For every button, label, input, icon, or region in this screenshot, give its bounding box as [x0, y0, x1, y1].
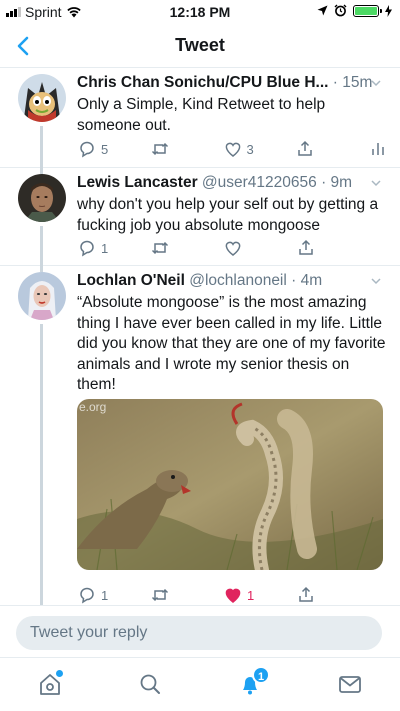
mongoose-cobra-photo: e.org [77, 399, 383, 570]
tab-bar: 1 [0, 657, 400, 711]
tweet-actions: 1 1 [77, 584, 388, 606]
reply-button[interactable]: 1 [77, 584, 150, 606]
analytics-button[interactable] [368, 138, 388, 160]
retweet-icon [151, 241, 169, 255]
reply-button[interactable]: 1 [77, 237, 150, 259]
status-right [317, 4, 392, 17]
charging-icon [385, 4, 392, 17]
share-icon [299, 239, 313, 255]
reply-bar: Tweet your reply [0, 605, 400, 657]
tweet[interactable]: Lochlan O'Neil @lochlanoneil · 4m “Absol… [0, 266, 400, 605]
share-button[interactable] [296, 237, 369, 259]
reply-count: 1 [101, 587, 109, 603]
share-icon [299, 586, 313, 602]
share-button[interactable] [295, 138, 368, 160]
avatar[interactable] [18, 74, 66, 122]
thread-line [40, 126, 43, 168]
watermark-text: e.org [79, 400, 106, 414]
share-button[interactable] [296, 584, 369, 606]
heart-outline-icon [225, 241, 241, 256]
notification-badge: 1 [252, 666, 270, 684]
retweet-icon [151, 142, 168, 156]
tweet-header: Lochlan O'Neil @lochlanoneil · 4m [77, 271, 388, 291]
tweet-text: “Absolute mongoose” is the most amazing … [77, 294, 386, 393]
reply-input[interactable]: Tweet your reply [16, 616, 382, 650]
like-count: 1 [247, 587, 255, 603]
tweet-text: Only a Simple, Kind Retweet to help some… [77, 96, 326, 134]
new-content-dot [56, 670, 63, 677]
reply-icon [80, 587, 94, 604]
tweet-actions: 5 3 [77, 138, 388, 160]
tweet[interactable]: Chris Chan Sonichu/CPU Blue H... · 15m O… [0, 68, 400, 168]
tweet-media-image[interactable]: e.org [77, 399, 383, 570]
reply-count: 5 [101, 141, 109, 157]
retweet-icon [151, 588, 169, 602]
retweet-button[interactable] [150, 584, 223, 606]
chevron-down-icon[interactable] [370, 177, 382, 189]
avatar[interactable] [18, 174, 66, 222]
heart-outline-icon [225, 142, 240, 157]
tweet-text: why don't you help your self out by gett… [77, 196, 379, 234]
reply-button[interactable]: 5 [77, 138, 150, 160]
avatar-image [18, 74, 66, 122]
alarm-icon [334, 4, 347, 17]
avatar-image [18, 174, 66, 222]
tweet-header: Chris Chan Sonichu/CPU Blue H... · 15m [77, 73, 388, 93]
like-button[interactable]: 3 [223, 138, 296, 160]
avatar-image [18, 272, 66, 320]
analytics-icon [372, 143, 384, 155]
reply-count: 1 [101, 240, 109, 256]
retweet-button[interactable] [150, 138, 223, 160]
heart-filled-icon [225, 588, 241, 603]
retweet-button[interactable] [150, 237, 223, 259]
display-name[interactable]: Lewis Lancaster [77, 174, 198, 191]
search-icon [140, 674, 160, 694]
navigation-bar: Tweet [0, 24, 400, 68]
page-title: Tweet [175, 35, 225, 55]
share-icon [298, 140, 312, 156]
username[interactable]: @user41220656 [202, 174, 317, 191]
chevron-down-icon[interactable] [370, 77, 382, 89]
battery-icon [353, 4, 382, 17]
tweet-actions: 1 [77, 237, 388, 259]
tweet-header: Lewis Lancaster @user41220656 · 9m [77, 173, 388, 193]
mail-icon [339, 676, 361, 693]
thread-line [40, 324, 43, 605]
chevron-down-icon[interactable] [370, 275, 382, 287]
timestamp: · 15m [332, 74, 373, 91]
location-icon [317, 5, 328, 16]
reply-icon [80, 240, 94, 257]
tab-search[interactable] [136, 670, 164, 698]
tab-messages[interactable] [336, 670, 364, 698]
timestamp: · 9m [321, 174, 353, 191]
username[interactable]: @lochlanoneil [189, 272, 287, 289]
display-name[interactable]: Chris Chan Sonichu/CPU Blue H... [77, 74, 328, 91]
like-button[interactable] [223, 237, 296, 259]
like-count: 3 [246, 141, 254, 157]
status-bar: Sprint 12:18 PM [0, 0, 400, 24]
tweet[interactable]: Lewis Lancaster @user41220656 · 9m why d… [0, 168, 400, 266]
like-button[interactable]: 1 [223, 584, 296, 606]
avatar[interactable] [18, 272, 66, 320]
timestamp: · 4m [291, 272, 323, 289]
reply-icon [80, 141, 94, 158]
display-name[interactable]: Lochlan O'Neil [77, 272, 185, 289]
thread-line [40, 226, 43, 266]
